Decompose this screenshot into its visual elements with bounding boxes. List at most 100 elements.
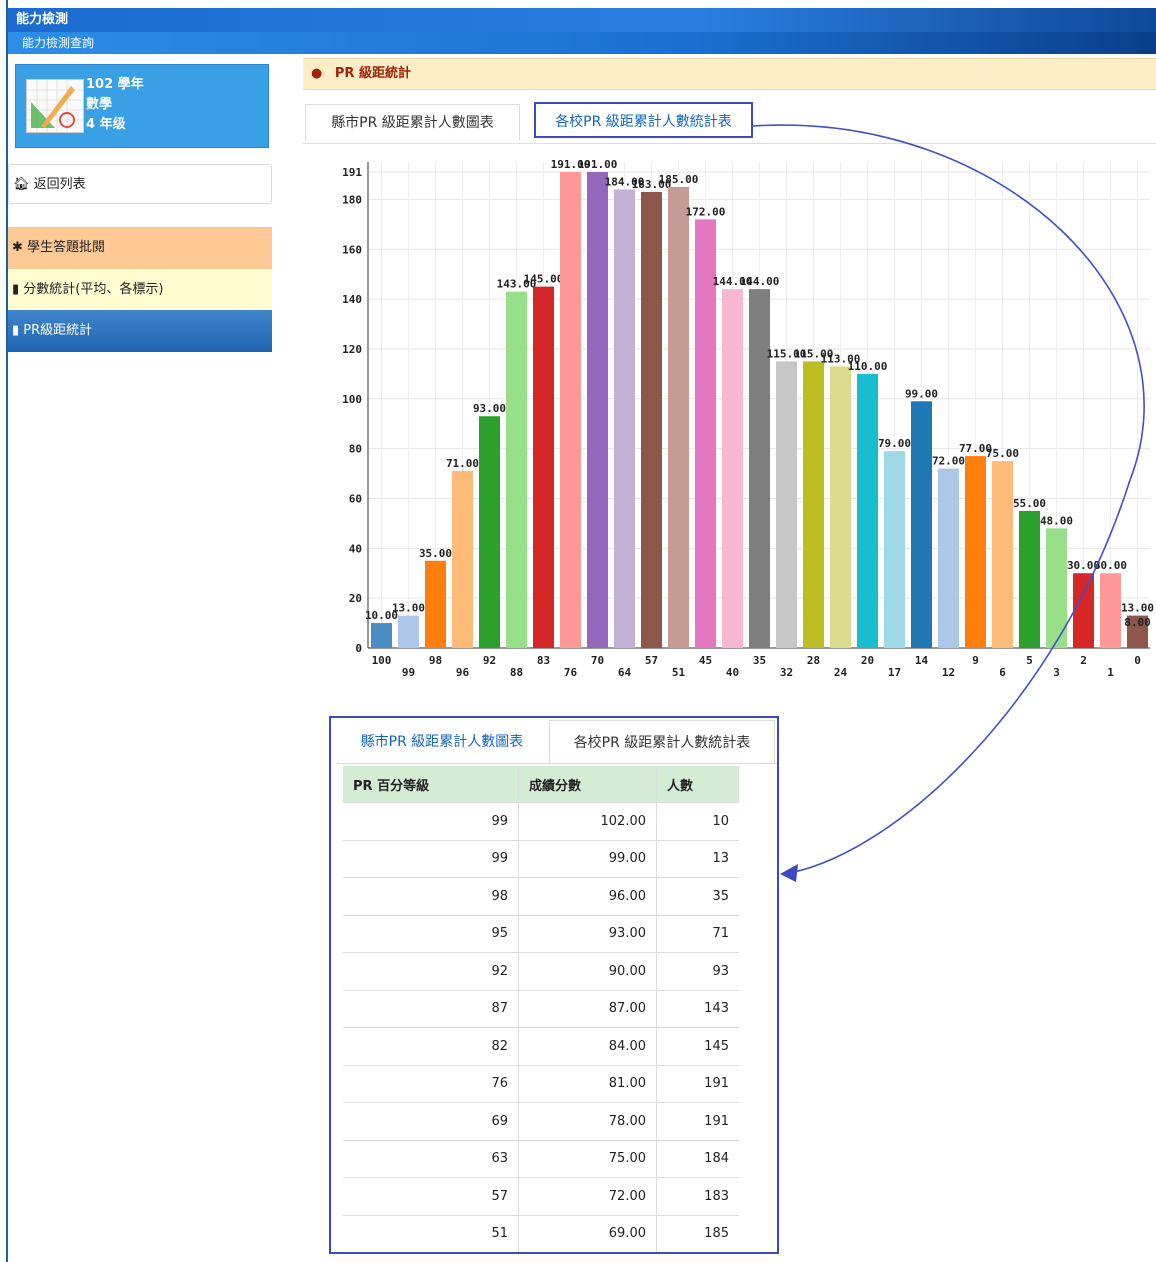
table-row: 51 69.00 185 xyxy=(343,1214,739,1252)
bar-chart-icon: ▮ xyxy=(12,282,20,297)
y-tick-label: 0 xyxy=(355,642,362,655)
data-label: 93.00 xyxy=(473,402,506,415)
count-cell: 93 xyxy=(656,952,739,990)
data-label: 13.00 xyxy=(1121,602,1154,615)
pr-cell: 69 xyxy=(343,1102,519,1140)
bar xyxy=(398,615,419,648)
menu-item-score-stats[interactable]: ▮ 分數統計(平均、各標示) xyxy=(8,269,272,310)
bar xyxy=(722,289,743,648)
score-cell: 84.00 xyxy=(518,1027,657,1065)
bar xyxy=(749,289,770,648)
table-row: 99 102.00 10 xyxy=(343,802,739,840)
x-tick-label: 99 xyxy=(402,666,415,679)
x-tick-label: 24 xyxy=(834,666,848,679)
table-row: 82 84.00 145 xyxy=(343,1027,739,1065)
section-title: PR 級距統計 xyxy=(334,66,411,81)
col-header-score: 成績分數 xyxy=(518,766,657,803)
count-cell: 145 xyxy=(656,1027,739,1065)
data-label: 30.00 xyxy=(1094,559,1127,572)
x-tick-label: 64 xyxy=(618,666,632,679)
y-tick-label: 180 xyxy=(342,193,362,206)
x-tick-label: 70 xyxy=(591,654,604,667)
count-cell: 191 xyxy=(656,1102,739,1140)
menu-item-pr-stats[interactable]: ▮ PR級距統計 xyxy=(8,310,272,352)
data-label: 185.00 xyxy=(659,173,699,186)
score-cell: 81.00 xyxy=(518,1064,657,1103)
data-label: 8.00 xyxy=(1124,616,1151,629)
bar xyxy=(965,456,986,648)
pr-cell: 63 xyxy=(343,1139,519,1178)
count-cell: 185 xyxy=(656,1214,739,1252)
count-cell: 10 xyxy=(656,802,739,840)
pr-cell: 99 xyxy=(343,839,519,878)
x-tick-label: 20 xyxy=(861,654,874,667)
bar xyxy=(992,461,1013,648)
table-row: 92 90.00 93 xyxy=(343,952,739,990)
table-row: 57 72.00 183 xyxy=(343,1177,739,1215)
tab-chart[interactable]: 縣市PR 級距累計人數圖表 xyxy=(305,104,520,140)
tab-table[interactable]: 各校PR 級距累計人數統計表 xyxy=(534,102,753,138)
score-cell: 87.00 xyxy=(518,989,657,1028)
data-label: 79.00 xyxy=(878,437,911,450)
score-cell: 90.00 xyxy=(518,952,657,990)
pr-cell: 76 xyxy=(343,1064,519,1103)
score-cell: 93.00 xyxy=(518,914,657,953)
x-tick-label: 51 xyxy=(672,666,686,679)
count-cell: 143 xyxy=(656,989,739,1028)
x-tick-label: 12 xyxy=(942,666,955,679)
x-tick-label: 100 xyxy=(372,654,392,667)
score-cell: 102.00 xyxy=(518,802,657,840)
table-row: 69 78.00 191 xyxy=(343,1102,739,1140)
bar xyxy=(533,286,554,648)
app-title-bar: 能力檢測 xyxy=(8,8,1156,32)
y-tick-label: 80 xyxy=(349,443,362,456)
x-tick-label: 40 xyxy=(726,666,739,679)
data-label: 48.00 xyxy=(1040,514,1073,527)
x-tick-label: 9 xyxy=(972,654,979,667)
tab-divider-lower xyxy=(337,763,777,764)
x-tick-label: 57 xyxy=(645,654,658,667)
data-label: 172.00 xyxy=(686,205,726,218)
x-tick-label: 98 xyxy=(429,654,442,667)
x-tick-label: 0 xyxy=(1134,654,1141,667)
pr-cell: 82 xyxy=(343,1027,519,1065)
data-label: 75.00 xyxy=(986,447,1019,460)
count-cell: 183 xyxy=(656,1177,739,1215)
bar xyxy=(776,361,797,648)
bar xyxy=(587,172,608,648)
page-subtitle: 能力檢測查詢 xyxy=(22,36,95,50)
score-cell: 75.00 xyxy=(518,1139,657,1178)
bar xyxy=(911,401,932,648)
pr-bar-chart: 02040608010012014016018019110.0010013.00… xyxy=(342,158,1154,679)
bar-chart-icon: ▮ xyxy=(12,323,20,338)
y-tick-label: 120 xyxy=(342,343,362,356)
x-tick-label: 35 xyxy=(753,654,766,667)
pr-cell: 57 xyxy=(343,1177,519,1215)
bar xyxy=(668,186,689,648)
menu-item-grading[interactable]: ✱ 學生答題批閱 xyxy=(8,227,272,269)
pr-stats-table: PR 百分等級 成績分數 人數 99 102.00 10 99 99.00 13 98 96.… xyxy=(343,766,739,1252)
x-tick-label: 3 xyxy=(1053,666,1060,679)
x-tick-label: 32 xyxy=(780,666,793,679)
y-tick-label: 60 xyxy=(349,492,362,505)
grading-label: 學生答題批閱 xyxy=(27,240,106,255)
bar xyxy=(506,291,527,648)
page-subtitle-bar: 能力檢測查詢 xyxy=(8,32,1156,54)
back-to-list-button[interactable]: 🏠︎ 返回列表 xyxy=(8,164,272,204)
data-label: 144.00 xyxy=(740,275,780,288)
tab-table-lower[interactable]: 各校PR 級距累計人數統計表 xyxy=(549,720,775,764)
grade-level: 4 年级 xyxy=(86,117,126,132)
count-cell: 71 xyxy=(656,914,739,953)
tab-chart-lower[interactable]: 縣市PR 級距累計人數圖表 xyxy=(337,722,547,762)
x-tick-label: 88 xyxy=(510,666,523,679)
bar xyxy=(857,373,878,648)
bar xyxy=(1100,573,1121,648)
table-row: 95 93.00 71 xyxy=(343,914,739,953)
bar xyxy=(830,366,851,648)
score-cell: 99.00 xyxy=(518,839,657,878)
x-tick-label: 45 xyxy=(699,654,712,667)
data-label: 35.00 xyxy=(419,547,452,560)
pr-cell: 98 xyxy=(343,877,519,915)
data-label: 145.00 xyxy=(524,273,564,286)
y-tick-label: 191 xyxy=(342,166,362,179)
